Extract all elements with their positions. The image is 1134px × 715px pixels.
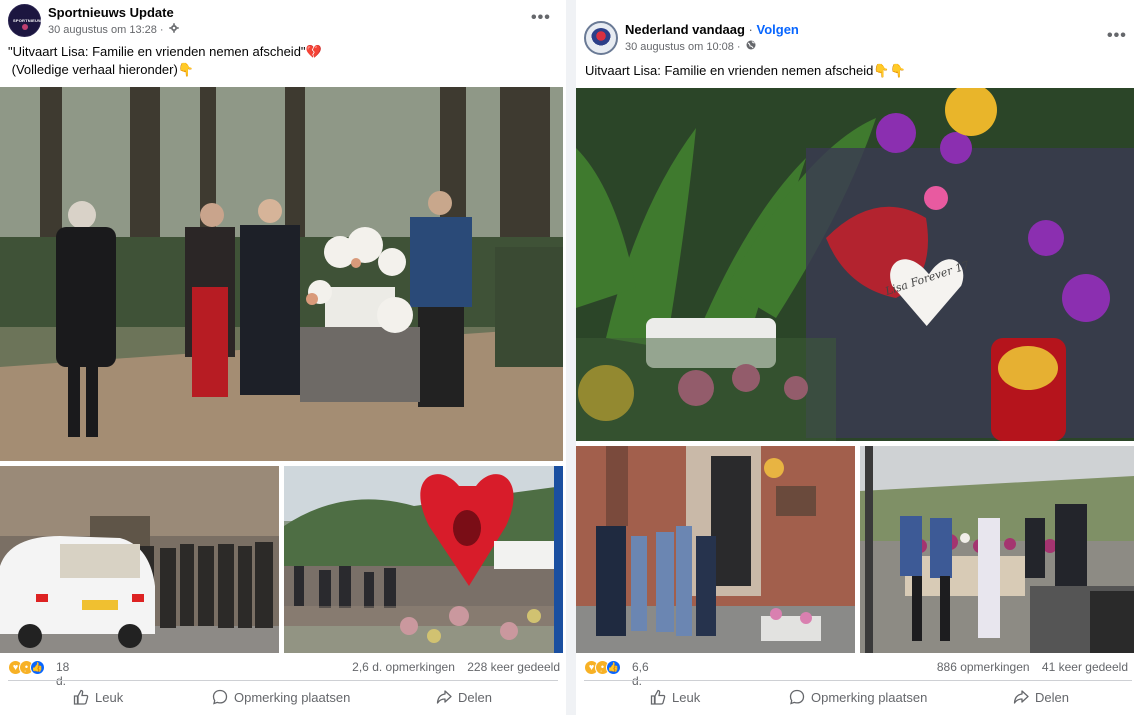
- post-separator: [566, 0, 576, 715]
- page-avatar[interactable]: [584, 21, 618, 55]
- globe-icon: [746, 40, 756, 53]
- share-arrow-icon: [1013, 689, 1029, 705]
- comment-bubble-icon: [789, 689, 805, 705]
- comment-count[interactable]: 2,6 d. opmerkingen: [352, 660, 455, 674]
- like-button[interactable]: Leuk: [650, 689, 700, 705]
- more-options-icon[interactable]: •••: [531, 9, 551, 27]
- reaction-count[interactable]: 6,6 d.: [632, 660, 649, 688]
- thumbs-up-icon: [650, 689, 666, 705]
- comment-bubble-icon: [212, 689, 228, 705]
- flowers-memorial-photo[interactable]: Lisa Forever 17: [576, 88, 1134, 441]
- post-caption: Uitvaart Lisa: Familie en vrienden nemen…: [585, 62, 906, 80]
- more-options-icon[interactable]: •••: [1107, 27, 1127, 45]
- page-name[interactable]: Sportnieuws Update: [48, 5, 174, 20]
- comment-button[interactable]: Opmerking plaatsen: [789, 689, 927, 705]
- reaction-count[interactable]: 18 d.: [56, 660, 69, 688]
- like-reaction-icon: 👍: [30, 660, 45, 675]
- share-count[interactable]: 228 keer gedeeld: [467, 660, 560, 674]
- share-button[interactable]: Delen: [1013, 689, 1069, 705]
- post-timestamp[interactable]: 30 augustus om 10:08: [625, 41, 734, 53]
- page-name[interactable]: Nederland vandaag: [625, 22, 745, 37]
- heart-balloon-flowers-photo[interactable]: [284, 466, 563, 653]
- funeral-procession-photo[interactable]: [0, 87, 563, 461]
- page-avatar[interactable]: SPORTNIEUWS: [8, 4, 45, 37]
- coffin-bearers-photo[interactable]: [860, 446, 1134, 653]
- page-name-row: Nederland vandaag · Volgen: [625, 22, 799, 37]
- thumbs-up-icon: [73, 689, 89, 705]
- post-meta: 30 augustus om 13:28 ·: [48, 23, 179, 36]
- like-reaction-icon: 👍: [606, 660, 621, 675]
- post-stats: ♥ •̣ 👍 6,6 d. 886 opmerkingen 41 keer ge…: [576, 659, 1134, 688]
- actions-divider: [584, 680, 1132, 681]
- share-button[interactable]: Delen: [436, 689, 492, 705]
- post-timestamp[interactable]: 30 augustus om 13:28: [48, 24, 157, 36]
- gear-icon: [168, 23, 179, 36]
- comment-button[interactable]: Opmerking plaatsen: [212, 689, 350, 705]
- post-sportnieuws: SPORTNIEUWS Sportnieuws Update 30 august…: [0, 0, 566, 715]
- post-stats: ♥ •̣ 👍 18 d. 2,6 d. opmerkingen 228 keer…: [0, 659, 566, 688]
- share-count[interactable]: 41 keer gedeeld: [1042, 660, 1128, 674]
- post-meta: 30 augustus om 10:08 ·: [625, 40, 756, 53]
- caption-line-1: "Uitvaart Lisa: Familie en vrienden neme…: [8, 44, 322, 59]
- actions-divider: [8, 680, 558, 681]
- comment-count[interactable]: 886 opmerkingen: [937, 660, 1030, 674]
- post-nederland-vandaag: Nederland vandaag · Volgen 30 augustus o…: [576, 0, 1134, 715]
- caption-line-1: Uitvaart Lisa: Familie en vrienden nemen…: [585, 63, 906, 78]
- share-arrow-icon: [436, 689, 452, 705]
- post-caption: "Uitvaart Lisa: Familie en vrienden neme…: [8, 43, 322, 79]
- like-button[interactable]: Leuk: [73, 689, 123, 705]
- church-entrance-mourners-photo[interactable]: [576, 446, 855, 653]
- hearse-crowd-photo[interactable]: [0, 466, 279, 653]
- caption-line-2: (Volledige verhaal hieronder)👇: [8, 62, 195, 77]
- follow-button[interactable]: Volgen: [757, 22, 799, 37]
